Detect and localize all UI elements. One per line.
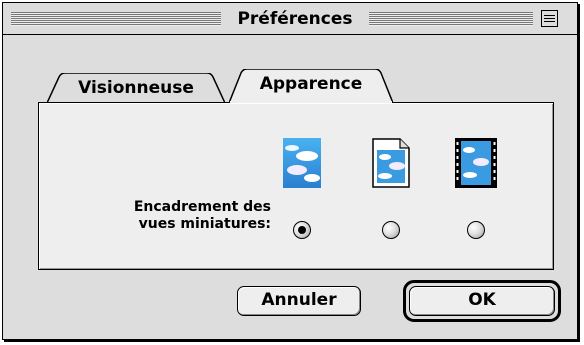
tab-visionneuse[interactable]: Visionneuse xyxy=(47,73,225,103)
window-title: Préférences xyxy=(225,7,365,31)
ok-button[interactable]: OK xyxy=(409,286,555,316)
tab-apparence-label: Apparence xyxy=(259,74,363,94)
frame-option-document-radio[interactable] xyxy=(382,221,400,239)
preferences-window: Préférences Visionneuse Apparence Encadr… xyxy=(2,2,578,340)
collapse-box-icon[interactable] xyxy=(541,10,558,27)
thumbnail-frame-label-line2: vues miniatures: xyxy=(138,216,271,232)
thumbnail-plain-icon[interactable] xyxy=(283,138,321,188)
thumbnail-frame-label: Encadrement des vues miniatures: xyxy=(61,199,271,233)
title-bar[interactable]: Préférences xyxy=(3,3,577,35)
title-bar-stripes-left xyxy=(11,12,221,26)
thumbnail-frame-label-line1: Encadrement des xyxy=(133,199,271,215)
frame-option-plain-radio[interactable] xyxy=(293,221,311,239)
tab-visionneuse-label: Visionneuse xyxy=(78,78,194,98)
cancel-button[interactable]: Annuler xyxy=(237,286,361,316)
thumbnail-document-icon[interactable] xyxy=(372,138,410,188)
title-bar-stripes-right xyxy=(369,12,533,26)
thumbnail-filmstrip-icon[interactable] xyxy=(455,138,497,188)
frame-option-filmstrip-radio[interactable] xyxy=(467,221,485,239)
tab-apparence[interactable]: Apparence xyxy=(229,69,393,103)
